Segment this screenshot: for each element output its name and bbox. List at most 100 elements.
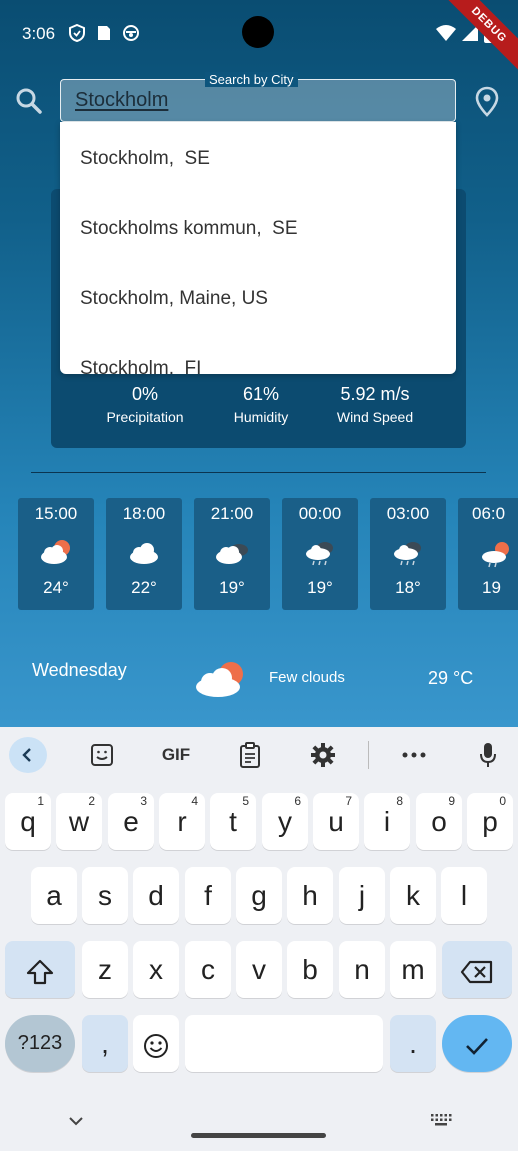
hourly-card[interactable]: 15:00 24° (18, 498, 94, 610)
gif-button[interactable]: GIF (156, 737, 196, 773)
key-c[interactable]: c (185, 941, 231, 998)
suggestion-item[interactable]: Stockholm, SE (80, 148, 210, 170)
sticker-icon[interactable] (88, 737, 116, 773)
wind-label: Wind Speed (336, 409, 414, 425)
humidity-value: 61% (242, 384, 280, 404)
status-bar: 3:06 DEBUG (0, 0, 518, 75)
hourly-card[interactable]: 18:00 22° (106, 498, 182, 610)
hour-temp: 24° (43, 578, 69, 597)
key-o[interactable]: o9 (416, 793, 462, 850)
key-g[interactable]: g (236, 867, 282, 924)
wifi-icon (436, 25, 456, 46)
hourly-card[interactable]: 06:0 19 (458, 498, 518, 610)
hourly-card[interactable]: 21:00 19° (194, 498, 270, 610)
key-d[interactable]: d (133, 867, 179, 924)
hourly-card[interactable]: 03:00 18° (370, 498, 446, 610)
hour-temp: 18° (395, 578, 421, 597)
key-w[interactable]: w2 (56, 793, 102, 850)
hour-temp: 19° (219, 578, 245, 597)
hour-time: 06:0 (472, 504, 506, 523)
backspace-key[interactable] (442, 941, 512, 998)
key-f[interactable]: f (185, 867, 231, 924)
sim-card-icon (96, 24, 112, 42)
hour-temp: 19 (482, 578, 501, 597)
hour-time: 18:00 (122, 504, 166, 523)
status-left-icons (68, 24, 140, 42)
shift-icon (26, 954, 54, 985)
day-description: Few clouds (269, 669, 345, 686)
clipboard-icon[interactable] (236, 737, 264, 773)
precipitation-value: 0% (131, 384, 158, 404)
gesture-nav-handle[interactable] (191, 1133, 326, 1138)
emoji-key[interactable] (133, 1015, 179, 1072)
dark-cloud-icon (194, 534, 270, 570)
suggestion-item[interactable]: Stockholm, Maine, US (80, 288, 268, 310)
day-temp: 29 °C (428, 668, 474, 688)
more-icon[interactable] (400, 737, 428, 773)
sun-cloud-icon (18, 534, 94, 570)
comma-key[interactable]: , (82, 1015, 128, 1072)
key-s[interactable]: s (82, 867, 128, 924)
camera-cutout (242, 16, 274, 48)
search-input[interactable]: Stockholm (75, 89, 168, 112)
search-field-label: Search by City (205, 72, 298, 87)
suggestion-item[interactable]: Stockholms kommun, SE (80, 218, 298, 240)
humidity-label: Humidity (233, 409, 289, 425)
shift-key[interactable] (5, 941, 75, 998)
key-n[interactable]: n (339, 941, 385, 998)
cloud-icon (106, 534, 182, 570)
wind-stat: 5.92 m/s Wind Speed (321, 384, 429, 425)
shield-icon (68, 24, 86, 42)
city-suggestions-list: Stockholm, SE Stockholms kommun, SE Stoc… (60, 122, 456, 374)
key-h[interactable]: h (287, 867, 333, 924)
key-x[interactable]: x (133, 941, 179, 998)
key-b[interactable]: b (287, 941, 333, 998)
chevron-left-icon[interactable] (9, 737, 47, 773)
key-y[interactable]: y6 (262, 793, 308, 850)
symbols-key[interactable]: ?123 (5, 1015, 75, 1072)
toolbar-divider (368, 741, 369, 769)
soft-keyboard: GIF q1 w2 e3 r4 t5 y6 u7 i8 o9 p0 a s d … (0, 727, 518, 1151)
space-key[interactable] (185, 1015, 383, 1072)
rain-cloud-icon (370, 534, 446, 570)
key-v[interactable]: v (236, 941, 282, 998)
emoji-icon (143, 1028, 169, 1059)
checkmark-icon (464, 1028, 490, 1059)
suggestion-item[interactable]: Stockholm, FI (80, 358, 201, 374)
key-l[interactable]: l (441, 867, 487, 924)
key-u[interactable]: u7 (313, 793, 359, 850)
search-icon[interactable] (14, 86, 44, 116)
precipitation-stat: 0% Precipitation (91, 384, 199, 425)
hour-temp: 19° (307, 578, 333, 597)
hour-time: 03:00 (386, 504, 430, 523)
weather-app: 3:06 DEBUG 0% Precipitation 61% Humidity… (0, 0, 518, 727)
backspace-icon (460, 954, 494, 985)
hourly-card[interactable]: 00:00 19° (282, 498, 358, 610)
sun-cloud-icon (192, 660, 248, 703)
key-e[interactable]: e3 (108, 793, 154, 850)
key-r[interactable]: r4 (159, 793, 205, 850)
period-key[interactable]: . (390, 1015, 436, 1072)
key-k[interactable]: k (390, 867, 436, 924)
key-t[interactable]: t5 (210, 793, 256, 850)
key-j[interactable]: j (339, 867, 385, 924)
hour-time: 15:00 (34, 504, 78, 523)
humidity-stat: 61% Humidity (221, 384, 301, 425)
rain-cloud-icon (282, 534, 358, 570)
app-notification-icon (122, 24, 140, 42)
key-q[interactable]: q1 (5, 793, 51, 850)
gear-icon[interactable] (309, 737, 337, 773)
status-time: 3:06 (22, 24, 56, 43)
key-a[interactable]: a (31, 867, 77, 924)
microphone-icon[interactable] (476, 737, 500, 773)
key-m[interactable]: m (390, 941, 436, 998)
hour-time: 21:00 (210, 504, 254, 523)
key-i[interactable]: i8 (364, 793, 410, 850)
key-z[interactable]: z (82, 941, 128, 998)
keyboard-switch-icon[interactable] (430, 1113, 452, 1132)
key-p[interactable]: p0 (467, 793, 513, 850)
wind-value: 5.92 m/s (340, 384, 410, 404)
enter-key[interactable] (442, 1015, 512, 1072)
location-pin-icon[interactable] (472, 86, 502, 118)
chevron-down-icon[interactable] (68, 1113, 84, 1131)
